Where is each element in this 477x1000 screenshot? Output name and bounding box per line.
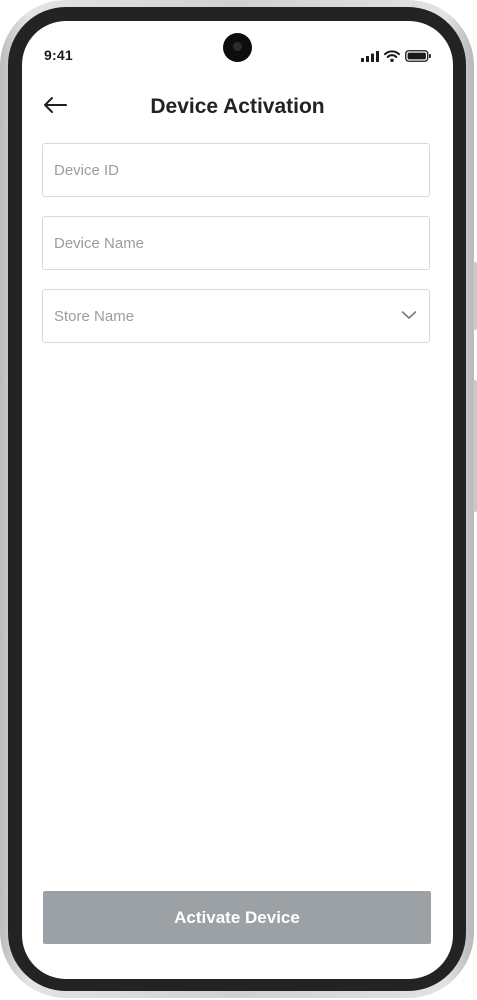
status-time: 9:41: [44, 47, 73, 63]
page-title: Device Activation: [150, 95, 325, 118]
device-id-field-container: [42, 143, 430, 197]
side-button-upper: [473, 262, 477, 330]
status-icons: [361, 49, 431, 67]
battery-icon: [405, 49, 431, 67]
cellular-signal-icon: [361, 49, 379, 67]
device-name-input[interactable]: [43, 217, 429, 269]
store-name-select-value: Store Name: [54, 307, 135, 325]
activate-device-button[interactable]: Activate Device: [43, 891, 431, 944]
stage: 9:41 Device Activation Device ID Device …: [0, 0, 477, 1000]
phone-screen: 9:41 Device Activation Device ID Device …: [22, 21, 453, 979]
wifi-icon: [384, 49, 400, 67]
store-name-select[interactable]: Store Name: [42, 289, 430, 343]
device-name-field-container: [42, 216, 430, 270]
side-button-lower: [473, 380, 477, 512]
front-camera: [223, 33, 252, 62]
device-id-input[interactable]: [43, 144, 429, 196]
chevron-down-icon: [401, 307, 418, 325]
